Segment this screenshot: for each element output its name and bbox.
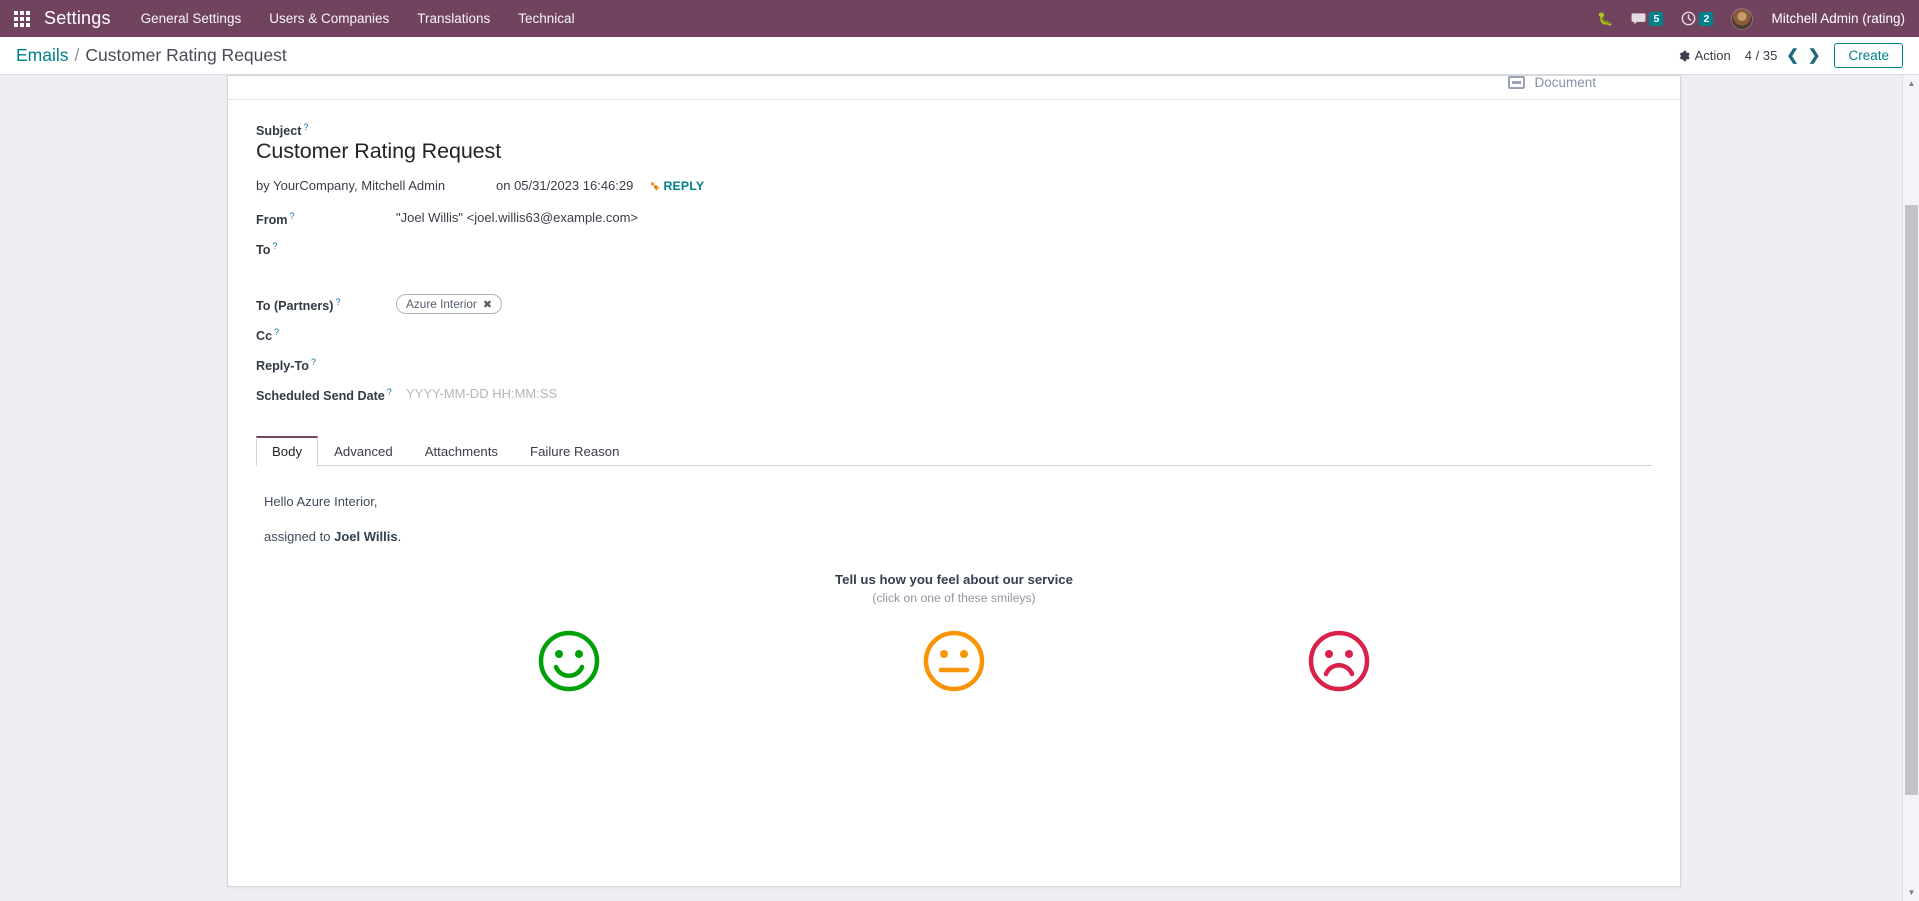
activities-count-badge: 2 <box>1699 11 1714 26</box>
action-label: Action <box>1694 48 1731 63</box>
tab-attachments[interactable]: Attachments <box>409 436 514 466</box>
action-menu-button[interactable]: Action <box>1678 48 1731 63</box>
happy-smiley[interactable] <box>537 629 601 693</box>
value-to[interactable] <box>396 238 1652 260</box>
record-meta: by YourCompany, Mitchell Admin on 05/31/… <box>256 178 1652 194</box>
sad-smiley[interactable] <box>1307 629 1371 693</box>
tag-azure-interior[interactable]: Azure Interior ✖ <box>396 294 503 315</box>
breadcrumb: Emails / Customer Rating Request <box>16 45 287 66</box>
vertical-scrollbar[interactable]: ▲ ▼ <box>1902 75 1919 901</box>
assigned-name: Joel Willis <box>334 529 398 545</box>
rating-subtitle: (click on one of these smileys) <box>872 591 1036 606</box>
control-panel: Emails / Customer Rating Request Action … <box>0 37 1919 75</box>
help-marker[interactable]: ? <box>335 297 340 307</box>
bug-icon[interactable]: 🐛 <box>1597 11 1613 27</box>
body-greeting: Hello Azure Interior, <box>264 494 378 510</box>
label-scheduled-send-date: Scheduled Send Date? <box>256 387 392 404</box>
field-row-scheduled-send-date: Scheduled Send Date? YYYY-MM-DD HH:MM:SS <box>256 384 1652 414</box>
value-to-partners[interactable]: Azure Interior ✖ <box>396 294 1652 316</box>
scroll-up-arrow-icon[interactable]: ▲ <box>1903 75 1919 92</box>
stat-button-label: Document <box>1534 75 1596 90</box>
email-body-content: Hello Azure Interior, assigned to Joel W… <box>264 494 1652 544</box>
messages-menu[interactable]: 5 <box>1631 11 1664 26</box>
scrollbar-thumb[interactable] <box>1905 205 1918 795</box>
record-sheet: Document Subject? Customer Rating Reques… <box>227 75 1681 887</box>
subject-value[interactable]: Customer Rating Request <box>256 139 1652 164</box>
field-row-to: To? <box>256 238 1652 294</box>
help-marker[interactable]: ? <box>387 387 392 397</box>
label-to-partners: To (Partners)? <box>256 297 341 314</box>
scheduled-send-date-input[interactable]: YYYY-MM-DD HH:MM:SS <box>406 384 1652 406</box>
page-title: Customer Rating Request <box>85 45 287 65</box>
scroll-down-arrow-icon[interactable]: ▼ <box>1903 884 1919 901</box>
breadcrumb-emails[interactable]: Emails <box>16 45 69 66</box>
breadcrumb-separator: / <box>74 45 80 65</box>
field-row-from: From? "Joel Willis" <joel.willis63@examp… <box>256 208 1652 238</box>
reply-arrow-icon: ➶ <box>649 178 661 194</box>
field-row-reply-to: Reply-To? <box>256 354 1652 384</box>
help-marker[interactable]: ? <box>289 211 294 221</box>
user-menu-label[interactable]: Mitchell Admin (rating) <box>1771 11 1905 26</box>
meta-author: by YourCompany, Mitchell Admin <box>256 178 446 194</box>
tab-failure-reason[interactable]: Failure Reason <box>514 436 635 466</box>
apps-grid-icon[interactable] <box>14 10 30 27</box>
body-assigned-line: assigned to Joel Willis. <box>264 529 1652 544</box>
clock-icon <box>1682 11 1696 26</box>
sheet-body: Subject? Customer Rating Request by Your… <box>228 100 1680 846</box>
rating-title: Tell us how you feel about our service <box>835 572 1073 588</box>
tag-label: Azure Interior <box>406 297 477 312</box>
record-pager: 4 / 35 ❮ ❯ <box>1745 48 1821 63</box>
reply-button[interactable]: ➶ REPLY <box>649 178 704 194</box>
help-marker[interactable]: ? <box>274 327 279 337</box>
create-button[interactable]: Create <box>1834 43 1903 68</box>
field-row-to-partners: To (Partners)? Azure Interior ✖ <box>256 294 1652 324</box>
navbar-systray: 🐛 5 2 Mitchell Admin (rating) <box>1597 7 1905 30</box>
tab-advanced[interactable]: Advanced <box>318 436 409 466</box>
field-row-cc: Cc? <box>256 324 1652 354</box>
assigned-suffix: . <box>397 529 402 545</box>
pager-next-icon[interactable]: ❯ <box>1808 48 1821 63</box>
tab-body[interactable]: Body <box>256 436 319 467</box>
help-marker[interactable]: ? <box>272 241 277 251</box>
rating-block: Tell us how you feel about our service (… <box>256 572 1652 693</box>
reply-label: REPLY <box>663 179 705 194</box>
chat-bubble-icon <box>1632 12 1646 24</box>
value-reply-to[interactable] <box>396 354 1652 376</box>
document-icon <box>1508 76 1526 89</box>
notebook: Body Advanced Attachments Failure Reason… <box>256 436 1652 816</box>
pager-value: 4 / 35 <box>1744 48 1778 63</box>
gear-icon <box>1679 50 1690 61</box>
help-marker[interactable]: ? <box>304 122 309 132</box>
neutral-smiley[interactable] <box>922 629 986 693</box>
avatar[interactable] <box>1731 7 1754 30</box>
label-cc: Cc? <box>256 327 280 344</box>
value-cc[interactable] <box>396 324 1652 346</box>
control-panel-actions: Action 4 / 35 ❮ ❯ Create <box>1678 43 1903 68</box>
menu-technical[interactable]: Technical <box>518 11 574 26</box>
subject-label: Subject? <box>256 122 309 139</box>
menu-general-settings[interactable]: General Settings <box>141 11 242 26</box>
rating-smileys <box>256 629 1652 693</box>
menu-users-companies[interactable]: Users & Companies <box>269 11 389 26</box>
meta-date: on 05/31/2023 16:46:29 <box>496 178 634 194</box>
app-brand-settings[interactable]: Settings <box>44 8 111 29</box>
stat-button-document[interactable]: Document <box>1508 75 1596 99</box>
tab-panel-body: Hello Azure Interior, assigned to Joel W… <box>256 466 1652 816</box>
top-navbar: Settings General Settings Users & Compan… <box>0 0 1919 37</box>
value-from[interactable]: "Joel Willis" <joel.willis63@example.com… <box>396 208 1652 230</box>
email-fields: From? "Joel Willis" <joel.willis63@examp… <box>256 208 1652 414</box>
messages-count-badge: 5 <box>1649 11 1664 26</box>
label-reply-to: Reply-To? <box>256 357 316 374</box>
close-icon[interactable]: ✖ <box>483 298 492 311</box>
stat-button-box: Document <box>228 75 1680 100</box>
notebook-tabs: Body Advanced Attachments Failure Reason <box>256 436 1652 467</box>
form-view-container: Document Subject? Customer Rating Reques… <box>0 75 1919 901</box>
label-from: From? <box>256 211 295 228</box>
assigned-prefix: assigned to <box>264 529 335 545</box>
menu-translations[interactable]: Translations <box>417 11 490 26</box>
activities-menu[interactable]: 2 <box>1681 11 1714 26</box>
help-marker[interactable]: ? <box>311 357 316 367</box>
label-to: To? <box>256 241 278 258</box>
pager-previous-icon[interactable]: ❮ <box>1786 48 1799 63</box>
